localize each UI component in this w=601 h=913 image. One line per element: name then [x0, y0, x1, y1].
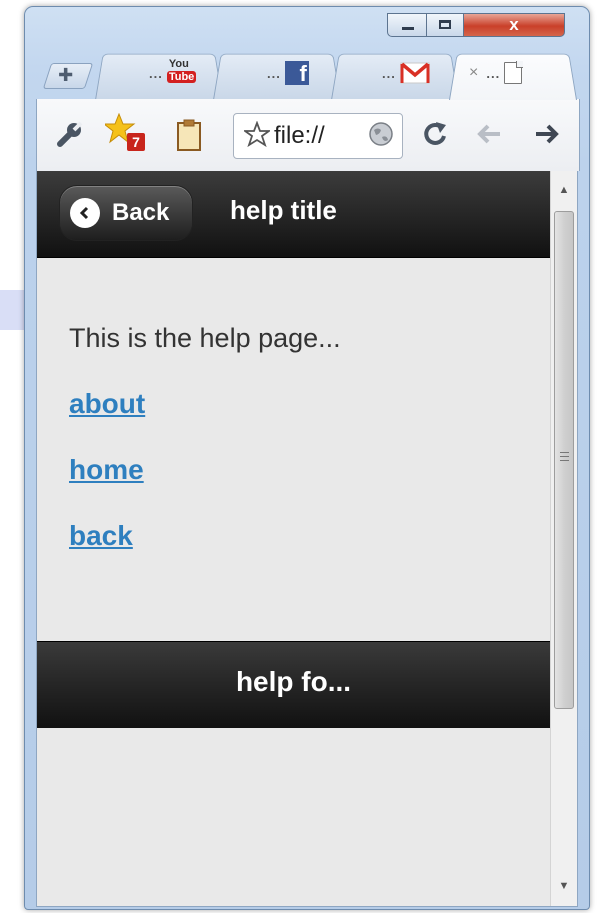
wrench-icon[interactable]	[55, 119, 85, 149]
new-tab-button[interactable]: ✚	[42, 63, 94, 89]
back-button[interactable]: Back	[59, 185, 193, 241]
grip-icon	[560, 452, 569, 464]
tab-title: ...	[382, 65, 396, 81]
link-back[interactable]: back	[69, 520, 341, 552]
tab-youtube-content: ... You Tube	[149, 55, 197, 91]
gmail-icon	[400, 62, 430, 84]
tab-title: ...	[486, 65, 501, 81]
minimize-button[interactable]	[387, 13, 427, 37]
page-title: help title	[230, 195, 337, 225]
link-home[interactable]: home	[69, 454, 341, 486]
page-viewport: Back help title This is the help page...…	[36, 171, 578, 907]
tab-local-file-content: × ...	[469, 55, 524, 91]
tab-close-icon[interactable]: ×	[469, 64, 478, 82]
tab-title: ...	[267, 65, 281, 81]
globe-icon	[368, 121, 394, 152]
scroll-up-arrow-icon[interactable]: ▲	[551, 177, 577, 203]
close-window-button[interactable]: x	[463, 13, 565, 37]
page-footer: help fo...	[37, 641, 550, 728]
plus-icon: ✚	[58, 65, 74, 85]
extension-badge: 7	[127, 133, 145, 151]
intro-text: This is the help page...	[69, 323, 341, 353]
page-header: Back help title	[37, 171, 550, 258]
bookmark-star-icon[interactable]	[242, 119, 272, 152]
facebook-icon: f	[284, 61, 309, 85]
scroll-down-arrow-icon[interactable]: ▼	[551, 873, 577, 899]
close-icon: x	[509, 15, 519, 34]
reload-icon[interactable]	[420, 119, 450, 149]
back-arrow-icon[interactable]	[474, 119, 504, 149]
chevron-left-icon	[70, 198, 100, 228]
link-about[interactable]: about	[69, 388, 341, 420]
footer-title: help fo...	[235, 666, 352, 697]
scrollbar-thumb[interactable]	[554, 211, 574, 709]
background-artifact	[0, 290, 24, 330]
address-bar[interactable]: file://	[233, 113, 403, 159]
tab-title: ...	[149, 65, 163, 81]
document-icon	[504, 61, 524, 84]
address-text[interactable]: file://	[274, 122, 368, 150]
tab-facebook-content: ... f	[267, 55, 309, 91]
extension-star-icon[interactable]: 7	[105, 113, 145, 153]
youtube-icon: You Tube	[166, 58, 197, 83]
browser-toolbar: 7 file://	[36, 99, 580, 171]
clipboard-icon[interactable]	[175, 119, 203, 151]
tab-gmail-content: ...	[382, 55, 430, 91]
back-button-label: Back	[112, 199, 170, 226]
browser-window: x ✚ ... You Tube ... f ... × ... 7 file:…	[24, 6, 590, 910]
page-content: This is the help page... about home back	[69, 323, 341, 586]
forward-arrow-icon[interactable]	[532, 119, 562, 149]
maximize-button[interactable]	[426, 13, 464, 37]
vertical-scrollbar[interactable]: ▲ ▼	[550, 171, 577, 906]
